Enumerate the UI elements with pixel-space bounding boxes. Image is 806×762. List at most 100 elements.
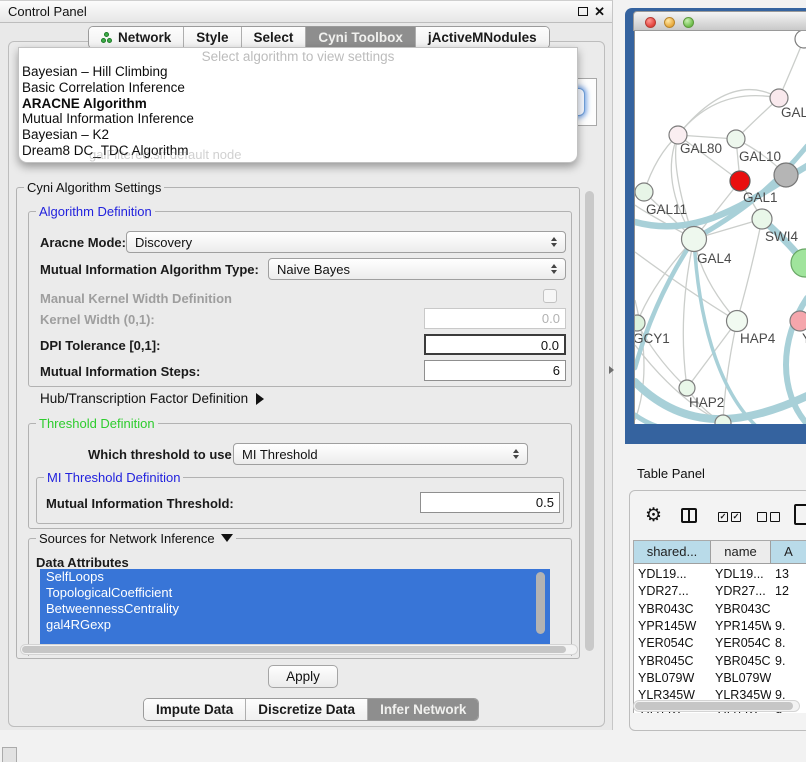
manual-kernel-width-checkbox[interactable]: [543, 289, 557, 303]
mi-algorithm-type-select[interactable]: Naive Bayes: [268, 258, 566, 280]
aracne-mode-select[interactable]: Discovery: [126, 231, 566, 253]
table-cell[interactable]: YBR043C: [711, 601, 771, 618]
table-cell[interactable]: YER054C: [711, 635, 771, 652]
data-attribute-item[interactable]: SelfLoops: [40, 569, 550, 585]
tab-cyni-toolbox[interactable]: Cyni Toolbox: [305, 27, 415, 48]
network-canvas[interactable]: GALGAL80GAL10GAL1GAL11SWI4GAL4GCY1HAP4YH…: [634, 31, 806, 424]
network-edge[interactable]: [687, 321, 737, 388]
table-cell[interactable]: YDR27...: [711, 583, 771, 600]
tab-impute-data[interactable]: Impute Data: [144, 699, 245, 720]
table-cell[interactable]: YBR045C: [711, 653, 771, 670]
network-edge[interactable]: [683, 239, 694, 388]
table-cell[interactable]: YPR145W: [711, 618, 771, 635]
unchecked-columns-icon[interactable]: [757, 512, 767, 522]
data-attribute-item[interactable]: gal4RGexp: [40, 617, 550, 633]
kernel-width-field[interactable]: 0.0: [424, 308, 566, 329]
spinner-arrows-icon: [551, 264, 557, 274]
mi-threshold-definition-legend: MI Threshold Definition: [44, 470, 183, 485]
table-cell[interactable]: YDL19...: [711, 566, 771, 583]
table-cell[interactable]: YBL079W: [711, 670, 771, 687]
panel-splitter-arrow-icon[interactable]: [609, 366, 614, 374]
which-threshold-select[interactable]: MI Threshold: [233, 443, 528, 465]
node-top-partial[interactable]: [795, 31, 806, 48]
table-cell[interactable]: YBR043C: [634, 601, 711, 618]
tab-discretize-data[interactable]: Discretize Data: [245, 699, 367, 720]
dpi-tolerance-field[interactable]: 0.0: [424, 334, 566, 355]
column-header-A[interactable]: A: [771, 541, 806, 564]
network-edge[interactable]: [737, 219, 762, 321]
apply-button[interactable]: Apply: [268, 665, 338, 688]
node-GAL11[interactable]: [635, 183, 653, 201]
attributes-list-scrollbar[interactable]: [536, 572, 545, 634]
algorithm-option[interactable]: Bayesian – Hill Climbing: [19, 64, 577, 80]
tab-infer-network[interactable]: Infer Network: [367, 699, 478, 720]
network-graph[interactable]: GALGAL80GAL10GAL1GAL11SWI4GAL4GCY1HAP4YH…: [635, 31, 806, 424]
scrollbar-thumb[interactable]: [635, 702, 793, 710]
mi-steps-field[interactable]: 6: [424, 360, 566, 381]
node-HAP4[interactable]: [727, 311, 748, 332]
algorithm-option[interactable]: ARACNE Algorithm: [19, 96, 577, 112]
sources-horizontal-scrollbar[interactable]: [20, 644, 578, 655]
document-icon[interactable]: [794, 504, 806, 525]
table-cell[interactable]: YBL079W: [634, 670, 711, 687]
gear-icon[interactable]: ⚙: [645, 504, 662, 527]
node-GAL1[interactable]: [730, 171, 750, 191]
table-horizontal-scrollbar[interactable]: [633, 700, 800, 712]
mac-close-icon[interactable]: [645, 17, 656, 28]
table-cell[interactable]: YDR27...: [634, 583, 711, 600]
tab-label: Network: [118, 27, 171, 48]
network-window-titlebar[interactable]: [633, 11, 806, 31]
collapse-down-icon[interactable]: [221, 534, 233, 542]
algorithm-option[interactable]: Mutual Information Inference: [19, 111, 577, 127]
mac-minimize-icon[interactable]: [664, 17, 675, 28]
node-attribute-table[interactable]: shared...nameAYDL19...YDL19...13YDR27...…: [633, 540, 806, 713]
network-edge[interactable]: [678, 96, 779, 135]
mi-threshold-field[interactable]: 0.5: [420, 492, 560, 513]
table-cell[interactable]: YER054C: [634, 635, 711, 652]
node-GAL11-label: GAL11: [646, 202, 687, 217]
node-GAL10[interactable]: [727, 130, 745, 148]
tab-select[interactable]: Select: [241, 27, 306, 48]
columns-icon[interactable]: [681, 508, 697, 523]
unchecked-columns-icon[interactable]: [770, 512, 780, 522]
cutoff-corner-button[interactable]: [2, 747, 17, 762]
node-pink-Y[interactable]: [790, 311, 806, 331]
table-cell[interactable]: YDL19...: [634, 566, 711, 583]
settings-vertical-scrollbar[interactable]: [585, 191, 594, 651]
table-cell[interactable]: 9.: [771, 618, 806, 635]
table-cell[interactable]: 8.: [771, 635, 806, 652]
hub-transcription-factor-expander[interactable]: Hub/Transcription Factor Definition: [40, 391, 264, 406]
node-GCY1-label: GCY1: [635, 331, 670, 346]
checked-columns-icon[interactable]: ✓: [731, 512, 741, 522]
mac-zoom-icon[interactable]: [683, 17, 694, 28]
table-cell[interactable]: [771, 601, 806, 618]
table-cell[interactable]: 9.: [771, 653, 806, 670]
tab-jactivemnodules[interactable]: jActiveMNodules: [415, 27, 549, 48]
node-HAP2[interactable]: [679, 380, 695, 396]
table-cell[interactable]: [771, 670, 806, 687]
close-icon[interactable]: ✕: [594, 4, 605, 20]
node-GCY1[interactable]: [635, 315, 645, 331]
data-attribute-item[interactable]: TopologicalCoefficient: [40, 585, 550, 601]
table-cell[interactable]: YBR045C: [634, 653, 711, 670]
table-cell[interactable]: 12: [771, 583, 806, 600]
column-header-shared[interactable]: shared...: [634, 541, 711, 564]
scrollbar-thumb[interactable]: [22, 646, 566, 653]
checked-columns-icon[interactable]: ✓: [718, 512, 728, 522]
table-cell[interactable]: 13: [771, 566, 806, 583]
node-SWI4[interactable]: [752, 209, 772, 229]
node-GAL4[interactable]: [682, 227, 707, 252]
network-edge[interactable]: [779, 39, 804, 98]
tab-network[interactable]: Network: [89, 27, 183, 48]
column-header-name[interactable]: name: [711, 541, 771, 564]
network-icon: [101, 32, 113, 44]
node-gray[interactable]: [774, 163, 798, 187]
algorithm-option[interactable]: Basic Correlation Inference: [19, 80, 577, 96]
data-attribute-item[interactable]: BetweennessCentrality: [40, 601, 550, 617]
tab-style[interactable]: Style: [183, 27, 240, 48]
data-attributes-list[interactable]: SelfLoopsTopologicalCoefficientBetweenne…: [40, 569, 550, 649]
control-panel-titlebar: Control Panel ✕: [0, 1, 612, 23]
algorithm-option[interactable]: Bayesian – K2: [19, 127, 577, 143]
table-cell[interactable]: YPR145W: [634, 618, 711, 635]
float-window-icon[interactable]: [578, 7, 588, 16]
